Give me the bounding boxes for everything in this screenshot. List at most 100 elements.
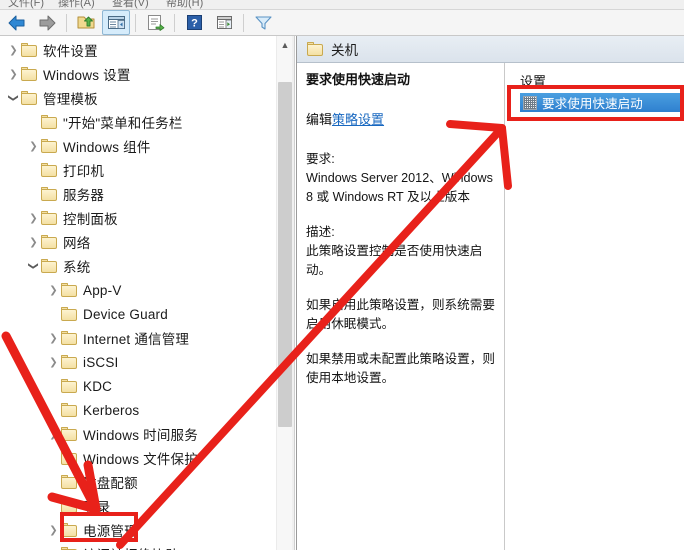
folder-icon: [61, 451, 77, 465]
tree-item-21[interactable]: 访问被拒绝协助: [0, 542, 275, 550]
tree-item-13[interactable]: ❯ iSCSI: [0, 350, 275, 374]
description-paragraph-2: 如果启用此策略设置，则系统需要启用休眠模式。: [306, 298, 495, 331]
tree-item-label: 系统: [63, 260, 91, 275]
scroll-up-arrow-icon[interactable]: ▲: [277, 36, 293, 53]
toolbar-separator: [243, 13, 244, 32]
tree-item-label: Windows 时间服务: [83, 428, 198, 443]
chevron-right-icon[interactable]: ❯: [46, 518, 61, 542]
tree-item-label: Device Guard: [83, 306, 168, 322]
requirement-label: 要求:: [306, 152, 335, 166]
tree-item-label: Kerberos: [83, 402, 140, 418]
filter-button[interactable]: [249, 10, 277, 35]
back-button[interactable]: [3, 10, 31, 35]
folder-icon: [21, 67, 37, 81]
menu-item-action[interactable]: 操作(A): [58, 0, 95, 9]
menu-item-help[interactable]: 帮助(H): [166, 0, 203, 9]
chevron-right-icon[interactable]: ❯: [6, 62, 21, 86]
settings-column: 设置 要求使用快速启动: [506, 63, 684, 550]
tree-item-11[interactable]: Device Guard: [0, 302, 275, 326]
folder-icon: [307, 42, 323, 56]
help-button[interactable]: ?: [180, 10, 208, 35]
console-tree-pane[interactable]: ❯ 软件设置 ❯ Windows 设置 ❯ 管理模板 "开始"菜单和任务栏 ❯ Windows …: [0, 36, 292, 550]
tree-item-6[interactable]: 服务器: [0, 182, 275, 206]
tree-item-14[interactable]: KDC: [0, 374, 275, 398]
details-pane-title: 关机: [331, 43, 358, 58]
folder-icon: [61, 427, 77, 441]
tree-item-label: 磁盘配额: [83, 476, 138, 491]
folder-icon: [61, 283, 77, 297]
tree-item-0[interactable]: ❯ 软件设置: [0, 38, 275, 62]
folder-icon: [61, 355, 77, 369]
policy-description: 要求: Windows Server 2012、Windows 8 或 Wind…: [306, 150, 496, 388]
tree-item-label: Windows 文件保护: [83, 452, 198, 467]
tree-item-17[interactable]: Windows 文件保护: [0, 446, 275, 470]
chevron-right-icon[interactable]: ❯: [26, 230, 41, 254]
chevron-right-icon[interactable]: ❯: [46, 422, 61, 446]
tree-item-4[interactable]: ❯ Windows 组件: [0, 134, 275, 158]
annotation-box-setting: [507, 85, 684, 121]
show-hide-tree-button[interactable]: [102, 10, 130, 35]
tree-item-18[interactable]: 磁盘配额: [0, 470, 275, 494]
tree-item-8[interactable]: ❯ 网络: [0, 230, 275, 254]
pane-splitter[interactable]: [292, 36, 295, 550]
edit-policy-line: 编辑策略设置: [306, 109, 496, 128]
tree-vertical-scrollbar[interactable]: ▲: [276, 36, 293, 550]
policy-detail-column: 要求使用快速启动 编辑策略设置 要求: Windows Server 2012、…: [297, 63, 505, 550]
chevron-right-icon[interactable]: ❯: [46, 350, 61, 374]
tree-item-label: Windows 设置: [43, 68, 131, 83]
folder-icon: [61, 403, 77, 417]
requirement-text: Windows Server 2012、Windows 8 或 Windows …: [306, 171, 493, 204]
tree-item-label: 打印机: [63, 164, 105, 179]
tree-pane-icon: [107, 16, 125, 29]
show-action-pane-button[interactable]: [210, 10, 238, 35]
tree-item-label: "开始"菜单和任务栏: [63, 116, 183, 131]
tree-item-label: Internet 通信管理: [83, 332, 190, 347]
description-paragraph-3: 如果禁用或未配置此策略设置，则使用本地设置。: [306, 352, 495, 385]
forward-button[interactable]: [33, 10, 61, 35]
tree-item-15[interactable]: Kerberos: [0, 398, 275, 422]
tree-item-10[interactable]: ❯ App-V: [0, 278, 275, 302]
tree-item-2[interactable]: ❯ 管理模板: [0, 86, 275, 110]
folder-icon: [41, 115, 57, 129]
tree-item-16[interactable]: ❯ Windows 时间服务: [0, 422, 275, 446]
tree-item-5[interactable]: 打印机: [0, 158, 275, 182]
edit-policy-setting-link[interactable]: 策略设置: [332, 112, 384, 127]
tree-item-label: 访问被拒绝协助: [83, 544, 179, 550]
folder-icon: [41, 187, 57, 201]
chevron-right-icon[interactable]: ❯: [46, 278, 61, 302]
toolbar-separator: [135, 13, 136, 32]
chevron-right-icon[interactable]: ❯: [26, 134, 41, 158]
tree-item-label: Windows 组件: [63, 140, 151, 155]
folder-icon: [21, 91, 37, 105]
policy-title: 要求使用快速启动: [306, 72, 411, 87]
tree-item-label: 控制面板: [63, 212, 118, 227]
scrollbar-thumb[interactable]: [278, 82, 292, 427]
gpedit-window: 文件(F) 操作(A) 查看(V) 帮助(H) ? ❯ 软件设置 ❯ Windo…: [0, 0, 684, 550]
folder-icon: [41, 163, 57, 177]
folder-icon: [41, 211, 57, 225]
folder-icon: [41, 235, 57, 249]
tree-item-label: 网络: [63, 236, 91, 251]
export-list-button[interactable]: [141, 10, 169, 35]
tree-item-12[interactable]: ❯ Internet 通信管理: [0, 326, 275, 350]
tree-item-7[interactable]: ❯ 控制面板: [0, 206, 275, 230]
up-one-level-button[interactable]: [72, 10, 100, 35]
chevron-right-icon[interactable]: ❯: [6, 38, 21, 62]
tree-item-9[interactable]: ❯ 系统: [0, 254, 275, 278]
tree-item-label: 软件设置: [43, 44, 98, 59]
tree-item-1[interactable]: ❯ Windows 设置: [0, 62, 275, 86]
menu-item-view[interactable]: 查看(V): [112, 0, 149, 9]
chevron-right-icon[interactable]: ❯: [26, 206, 41, 230]
chevron-right-icon[interactable]: ❯: [46, 326, 61, 350]
tree-item-label: 管理模板: [43, 92, 98, 107]
tree-item-3[interactable]: "开始"菜单和任务栏: [0, 110, 275, 134]
menu-item-file[interactable]: 文件(F): [8, 0, 44, 9]
filter-funnel-icon: [254, 16, 272, 30]
